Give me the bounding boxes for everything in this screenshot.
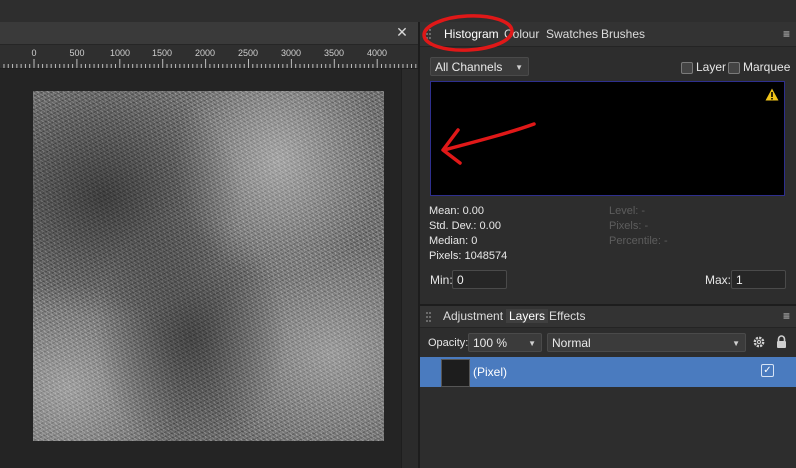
tab-layers[interactable]: Layers <box>506 309 549 323</box>
opacity-label: Opacity: <box>428 337 469 349</box>
cursor-pixels: Pixels: - <box>609 220 649 232</box>
lock-icon[interactable] <box>776 335 787 349</box>
max-label: Max: <box>705 273 732 287</box>
tab-adjustment[interactable]: Adjustment <box>440 309 506 323</box>
stat-pixels: Pixels: 1048574 <box>429 250 508 262</box>
marquee-checkbox[interactable] <box>728 62 740 74</box>
tab-swatches[interactable]: Swatches <box>546 27 598 41</box>
layers-tab-bar: Adjustment Layers Effects ≡ <box>420 306 796 328</box>
histogram-studio-panel: Histogram Colour Swatches Brushes ≡ All … <box>420 22 796 304</box>
vertical-scrollbar[interactable] <box>401 69 419 468</box>
layer-row[interactable]: (Pixel) ✓ <box>420 357 796 387</box>
tab-brushes[interactable]: Brushes <box>601 27 645 41</box>
histogram-graph <box>430 81 785 196</box>
ruler-label: 2500 <box>237 48 259 58</box>
marquee-checkbox-label: Marquee <box>743 60 791 74</box>
panel-menu-icon[interactable]: ≡ <box>783 27 790 41</box>
layer-checkbox-label: Layer <box>696 60 727 74</box>
panel-menu-icon[interactable]: ≡ <box>783 309 790 323</box>
max-input[interactable] <box>731 270 786 289</box>
channel-select-value: All Channels <box>435 60 503 74</box>
document-tab-bar: ✕ <box>0 22 418 45</box>
ruler-label: 0 <box>31 48 37 58</box>
panel-grip-handle[interactable] <box>426 312 431 322</box>
stat-median: Median: 0 <box>429 235 478 247</box>
layers-studio-panel: Adjustment Layers Effects ≡ Opacity: 100… <box>420 306 796 468</box>
warning-triangle-icon <box>765 88 779 101</box>
top-toolbar-strip <box>0 0 796 22</box>
histogram-tab-bar: Histogram Colour Swatches Brushes ≡ <box>420 22 796 47</box>
ruler-label: 2000 <box>194 48 216 58</box>
cursor-level: Level: - <box>609 205 646 217</box>
min-label: Min: <box>430 273 453 287</box>
ruler-label: 1500 <box>151 48 173 58</box>
gear-icon[interactable] <box>752 335 766 349</box>
chevron-down-icon: ▼ <box>732 339 740 348</box>
chevron-down-icon: ▼ <box>528 339 536 348</box>
channel-select[interactable]: All Channels ▼ <box>430 57 529 76</box>
layer-thumbnail <box>441 359 470 387</box>
ruler-label: 1000 <box>109 48 131 58</box>
chevron-down-icon: ▼ <box>515 63 523 72</box>
tab-colour[interactable]: Colour <box>504 27 539 41</box>
pixel-layer-image[interactable] <box>33 91 384 441</box>
stat-std-dev: Std. Dev.: 0.00 <box>429 220 501 232</box>
tab-histogram[interactable]: Histogram <box>444 27 499 41</box>
close-document-button[interactable]: ✕ <box>394 24 410 40</box>
horizontal-ruler: 0 500 1000 1500 2000 2500 3000 3500 4000 <box>0 45 418 69</box>
tab-effects[interactable]: Effects <box>546 309 588 323</box>
panel-grip-handle[interactable] <box>426 29 431 39</box>
layer-visibility-checkbox[interactable]: ✓ <box>761 364 774 377</box>
ruler-label: 500 <box>69 48 85 58</box>
opacity-value: 100 % <box>473 336 508 350</box>
stat-mean: Mean: 0.00 <box>429 205 485 217</box>
ruler-label: 3500 <box>323 48 345 58</box>
layer-checkbox[interactable] <box>681 62 693 74</box>
blend-mode-select[interactable]: Normal ▼ <box>547 333 746 352</box>
cursor-percentile: Percentile: - <box>609 235 668 247</box>
min-input[interactable] <box>452 270 507 289</box>
blend-mode-value: Normal <box>552 336 591 350</box>
opacity-select[interactable]: 100 % ▼ <box>468 333 542 352</box>
layer-name: (Pixel) <box>473 365 508 379</box>
ruler-label: 3000 <box>280 48 302 58</box>
ruler-label: 4000 <box>366 48 388 58</box>
